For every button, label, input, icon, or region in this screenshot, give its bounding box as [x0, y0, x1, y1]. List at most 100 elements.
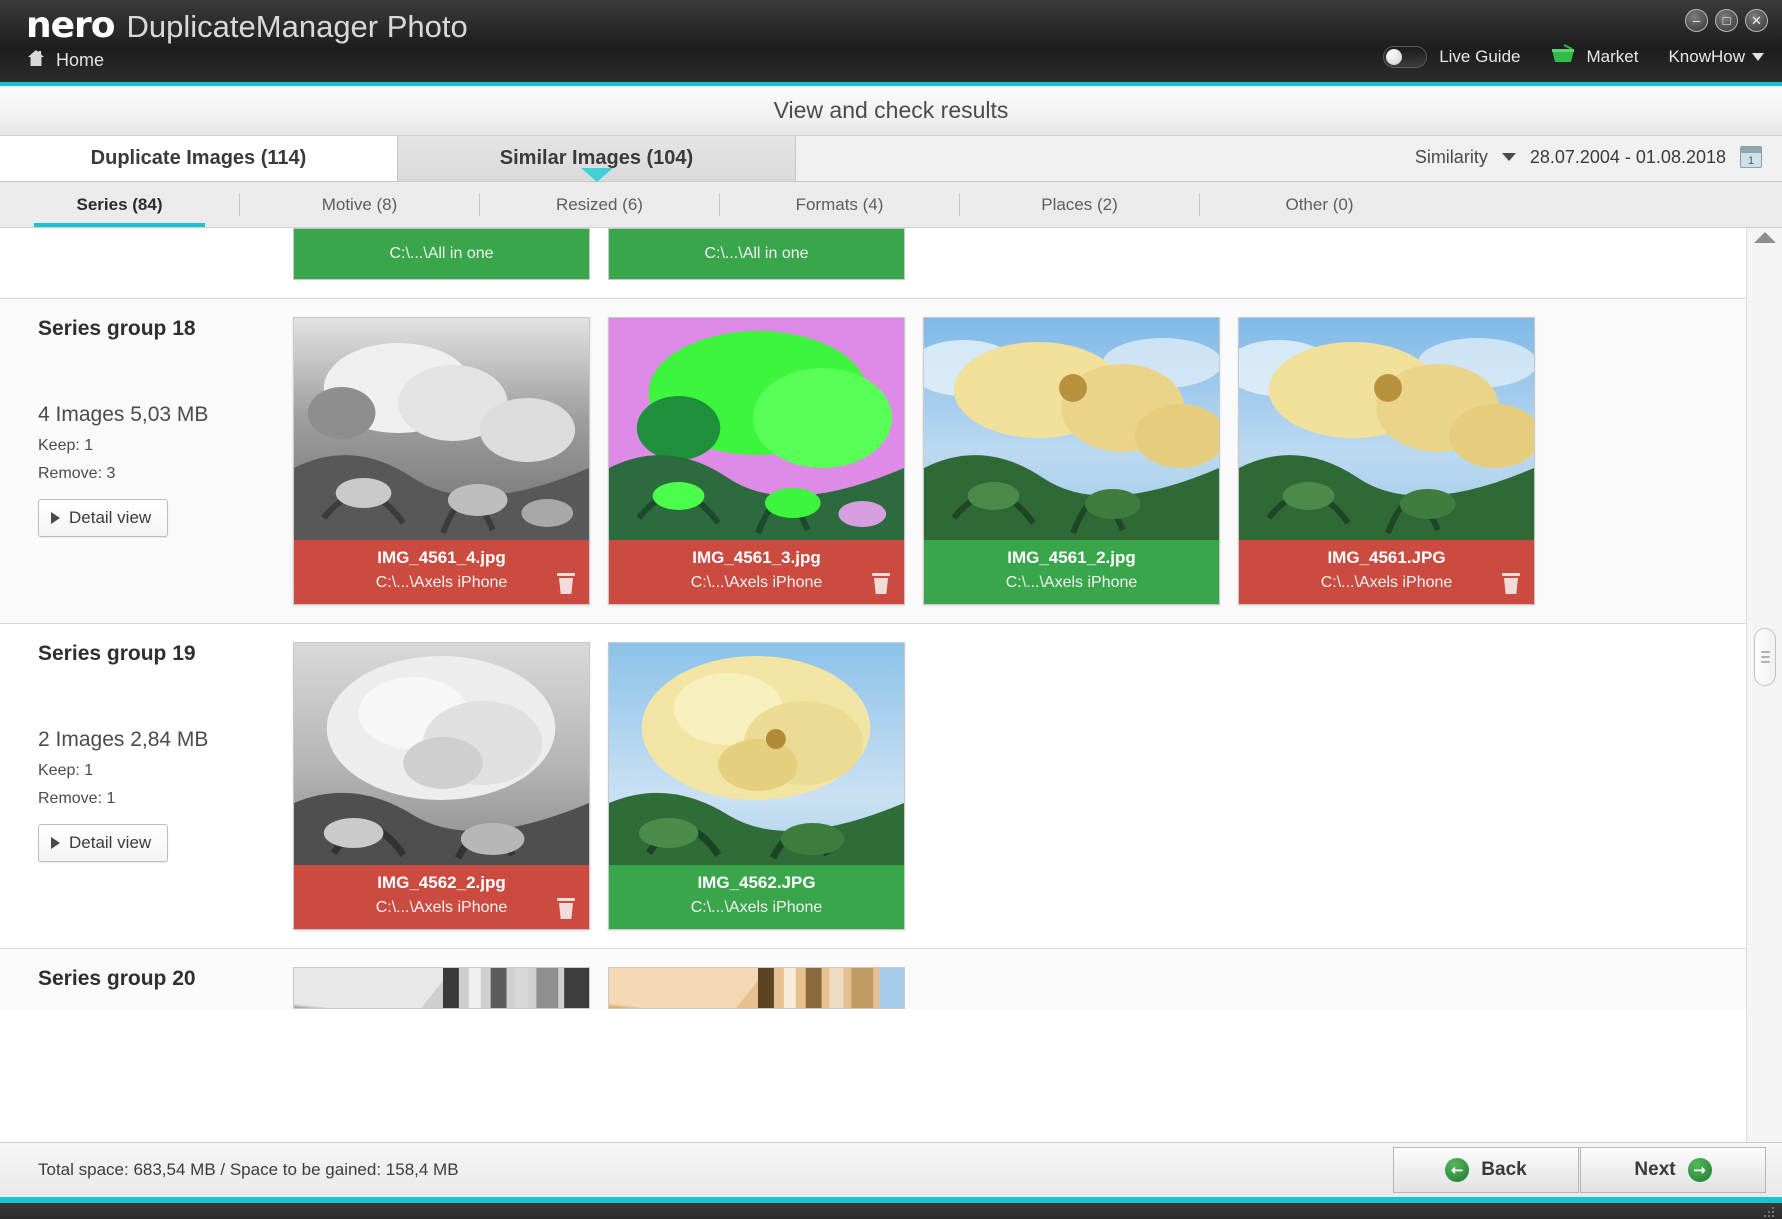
status-text: Total space: 683,54 MB / Space to be gai… [38, 1160, 459, 1179]
image-card-caption: IMG_4562_2.jpg C:\...\Axels iPhone [294, 865, 589, 929]
date-range-value[interactable]: 28.07.2004 - 01.08.2018 [1530, 147, 1726, 168]
scroll-up-arrow-icon[interactable] [1753, 232, 1776, 243]
calendar-icon[interactable]: 1 [1740, 146, 1762, 168]
group-info: Series group 18 4 Images 5,03 MB Keep: 1… [0, 317, 293, 605]
subtab-formats[interactable]: Formats (4) [720, 182, 959, 227]
knowhow-menu[interactable]: KnowHow [1668, 47, 1764, 67]
chevron-down-icon [1752, 48, 1764, 66]
detail-view-button[interactable]: Detail view [38, 499, 169, 537]
page-header: View and check results [0, 86, 1782, 136]
maximize-button[interactable]: □ [1715, 9, 1738, 32]
subtab-series[interactable]: Series (84) [0, 182, 239, 227]
next-label: Next [1634, 1159, 1676, 1180]
close-button[interactable]: ✕ [1745, 9, 1768, 32]
detail-view-label: Detail view [69, 833, 152, 852]
subtab-motive[interactable]: Motive (8) [240, 182, 479, 227]
image-card[interactable]: IMG_4561_4.jpg C:\...\Axels iPhone [293, 317, 590, 605]
delete-icon[interactable] [1502, 573, 1520, 594]
live-guide-toggle[interactable]: Live Guide [1383, 45, 1520, 68]
delete-icon[interactable] [872, 573, 890, 594]
subtab-places-label: Places (2) [1041, 194, 1118, 214]
next-button[interactable]: Next → [1580, 1147, 1766, 1193]
tab-similar-images-label: Similar Images (104) [499, 147, 694, 169]
image-card-path: C:\...\Axels iPhone [1320, 574, 1453, 591]
image-card-name: IMG_4561.JPG [1327, 548, 1446, 567]
filter-bar: Similarity 28.07.2004 - 01.08.2018 1 [1415, 146, 1762, 168]
group-thumbnails: IMG_4561_4.jpg C:\...\Axels iPhone IMG_4… [293, 317, 1535, 605]
chevron-down-icon[interactable] [1501, 153, 1516, 161]
shopping-basket-icon [1550, 44, 1576, 69]
tab-duplicate-images[interactable]: Duplicate Images (114) [0, 136, 398, 181]
home-label: Home [56, 50, 105, 70]
image-card[interactable]: IMG_4561.JPG C:\...\Axels iPhone [1238, 317, 1535, 605]
footer-bar: Total space: 683,54 MB / Space to be gai… [0, 1142, 1782, 1197]
vertical-scrollbar[interactable] [1746, 228, 1782, 1142]
footer-buttons: ← Back Next → [1393, 1143, 1782, 1197]
image-card[interactable]: IMG_4562.JPG C:\...\Axels iPhone [608, 642, 905, 930]
image-card-caption: IMG_4561_2.jpg C:\...\Axels iPhone [924, 540, 1219, 604]
back-button[interactable]: ← Back [1393, 1147, 1579, 1193]
subtab-resized-label: Resized (6) [556, 194, 643, 214]
group-row-partial-top: C:\...\All in one C:\...\All in one [0, 228, 1746, 299]
subtab-series-label: Series (84) [76, 194, 163, 214]
subtab-other[interactable]: Other (0) [1200, 182, 1439, 227]
thumbnail-image [609, 643, 904, 865]
group-info: Series group 20 [0, 967, 293, 1009]
home-button[interactable]: Home [26, 48, 104, 73]
image-card[interactable]: C:\...\All in one [608, 228, 905, 280]
toggle-switch-icon[interactable] [1383, 45, 1428, 68]
image-card-name: IMG_4562_2.jpg [377, 873, 506, 892]
image-card-path: C:\...\Axels iPhone [1005, 574, 1138, 591]
image-card-path: C:\...\All in one [704, 245, 809, 262]
tab-duplicate-images-label: Duplicate Images (114) [90, 147, 307, 169]
group-title: Series group 20 [38, 967, 196, 990]
subtab-formats-label: Formats (4) [795, 194, 884, 214]
image-card-name: IMG_4561_3.jpg [692, 548, 821, 567]
home-icon [26, 48, 46, 73]
group-thumbnails: IMG_4562_2.jpg C:\...\Axels iPhone IMG_4… [293, 642, 905, 930]
market-button[interactable]: Market [1550, 44, 1638, 69]
application-window: nero DuplicateManager Photo Home – □ ✕ L… [0, 0, 1782, 1219]
arrow-left-icon: ← [1445, 1158, 1470, 1182]
thumbnail-image [294, 318, 589, 540]
group-image-count: 4 Images 5,03 MB [38, 403, 209, 426]
resize-grip-icon[interactable] [1762, 1205, 1776, 1217]
image-card[interactable]: C:\...\All in one [293, 228, 590, 280]
image-card[interactable]: IMG_4561_3.jpg C:\...\Axels iPhone [608, 317, 905, 605]
subtab-motive-label: Motive (8) [321, 194, 398, 214]
minimize-button[interactable]: – [1685, 9, 1708, 32]
triangle-right-icon [51, 512, 60, 524]
delete-icon[interactable] [557, 898, 575, 919]
results-list[interactable]: C:\...\All in one C:\...\All in one Seri… [0, 228, 1746, 1142]
subtab-other-label: Other (0) [1285, 194, 1354, 214]
group-row: Series group 19 2 Images 2,84 MB Keep: 1… [0, 624, 1746, 949]
image-card[interactable]: IMG_4561_2.jpg C:\...\Axels iPhone [923, 317, 1220, 605]
group-remove-count: Remove: 3 [38, 465, 116, 482]
triangle-right-icon [51, 837, 60, 849]
image-card[interactable] [608, 967, 905, 1009]
group-title: Series group 18 [38, 317, 196, 340]
image-card-path: C:\...\Axels iPhone [375, 899, 508, 916]
image-card-path: C:\...\Axels iPhone [375, 574, 508, 591]
subtab-resized[interactable]: Resized (6) [480, 182, 719, 227]
group-remove-count: Remove: 1 [38, 790, 116, 807]
image-card-name: IMG_4561_2.jpg [1007, 548, 1136, 567]
page-title: View and check results [773, 97, 1009, 123]
image-card[interactable]: IMG_4562_2.jpg C:\...\Axels iPhone [293, 642, 590, 930]
similarity-dropdown-label[interactable]: Similarity [1415, 147, 1488, 168]
delete-icon[interactable] [557, 573, 575, 594]
group-keep-count: Keep: 1 [38, 762, 94, 779]
thumbnail-image [294, 643, 589, 865]
tab-similar-images[interactable]: Similar Images (104) [398, 136, 796, 181]
thumbnail-image [609, 318, 904, 540]
image-card-caption: IMG_4562.JPG C:\...\Axels iPhone [609, 865, 904, 929]
thumbnail-image [294, 968, 589, 1008]
subtab-places[interactable]: Places (2) [960, 182, 1199, 227]
image-card-caption: IMG_4561_4.jpg C:\...\Axels iPhone [294, 540, 589, 604]
window-bottom-bar [0, 1203, 1782, 1219]
thumbnail-image [924, 318, 1219, 540]
scrollbar-thumb[interactable] [1754, 628, 1776, 686]
image-card[interactable] [293, 967, 590, 1009]
arrow-right-icon: → [1687, 1158, 1712, 1182]
detail-view-button[interactable]: Detail view [38, 824, 169, 862]
